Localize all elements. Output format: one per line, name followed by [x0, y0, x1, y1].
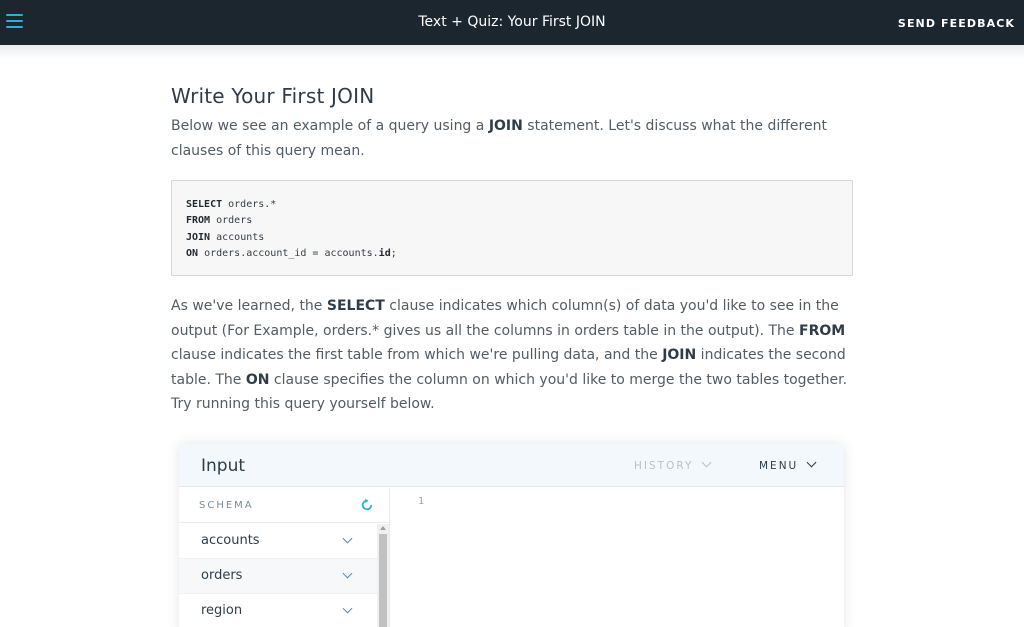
- code-text: accounts: [210, 231, 265, 243]
- code-keyword: id: [378, 248, 391, 260]
- schema-item-label: region: [201, 603, 243, 618]
- explain-bold: JOIN: [662, 347, 697, 363]
- history-label: HISTORY: [634, 460, 694, 472]
- lesson-content: Write Your First JOIN Below we see an ex…: [171, 83, 853, 417]
- schema-scrollbar[interactable]: [377, 524, 389, 627]
- code-text: ;: [390, 248, 397, 260]
- refresh-icon[interactable]: [360, 498, 374, 512]
- line-number: 1: [418, 496, 425, 507]
- code-text: orders.*: [222, 199, 277, 210]
- sql-editor[interactable]: 1: [391, 488, 844, 627]
- schema-panel: SCHEMA accounts orders region: [179, 488, 390, 627]
- chevron-down-icon: [342, 568, 353, 579]
- scroll-up-arrow-icon[interactable]: [380, 526, 386, 530]
- explain-bold: FROM: [799, 322, 846, 339]
- send-feedback-button[interactable]: SEND FEEDBACK: [898, 17, 1015, 30]
- code-keyword: FROM: [186, 215, 211, 227]
- explain-text: clause specifies the column on which you…: [171, 371, 848, 413]
- code-line: JOIN accounts: [186, 230, 838, 246]
- code-line: SELECT orders.*: [186, 197, 838, 213]
- explain-text: As we've learned, the: [171, 298, 327, 314]
- code-line: ON orders.account_id = accounts.id;: [186, 246, 838, 262]
- explain-bold: SELECT: [326, 298, 385, 314]
- menu-label: MENU: [759, 460, 799, 472]
- schema-label: SCHEMA: [199, 500, 254, 511]
- page-title: Text + Quiz: Your First JOIN: [418, 14, 606, 30]
- explain-text: clause indicates the first table from wh…: [171, 347, 663, 363]
- code-text: orders: [210, 215, 253, 227]
- schema-item-region[interactable]: region: [179, 594, 377, 627]
- code-block: SELECT orders.* FROM orders JOIN account…: [171, 180, 853, 276]
- top-bar: Text + Quiz: Your First JOIN SEND FEEDBA…: [0, 0, 1024, 45]
- schema-header: SCHEMA: [179, 488, 390, 523]
- schema-item-label: accounts: [201, 533, 260, 548]
- intro-text: Below we see an example of a query using…: [171, 118, 489, 134]
- chevron-down-icon: [342, 603, 353, 614]
- chevron-down-icon: [701, 457, 712, 468]
- code-keyword: JOIN: [186, 231, 211, 243]
- history-dropdown[interactable]: HISTORY: [634, 457, 712, 472]
- code-line: FROM orders: [186, 213, 838, 229]
- code-keyword: ON: [186, 248, 199, 260]
- code-keyword: SELECT: [186, 199, 223, 210]
- chevron-down-icon: [342, 533, 353, 544]
- intro-bold: JOIN: [488, 118, 523, 134]
- menu-dropdown[interactable]: MENU: [759, 457, 817, 472]
- lesson-heading: Write Your First JOIN: [171, 84, 375, 108]
- workspace-header: Input HISTORY MENU: [179, 444, 844, 487]
- header-shadow: [0, 45, 1024, 59]
- schema-item-accounts[interactable]: accounts: [179, 524, 377, 559]
- intro-paragraph: Below we see an example of a query using…: [171, 114, 853, 163]
- workspace-title: Input: [201, 456, 246, 476]
- schema-item-label: orders: [201, 568, 243, 583]
- explain-bold: ON: [245, 371, 270, 388]
- chevron-down-icon: [806, 457, 817, 468]
- explanation-paragraph: As we've learned, the SELECT clause indi…: [171, 294, 853, 417]
- scrollbar-thumb[interactable]: [379, 534, 387, 627]
- sql-workspace: Input HISTORY MENU SCHEMA accounts order…: [179, 444, 844, 627]
- code-text: orders.account_id = accounts.: [198, 248, 379, 260]
- schema-item-orders[interactable]: orders: [179, 559, 377, 594]
